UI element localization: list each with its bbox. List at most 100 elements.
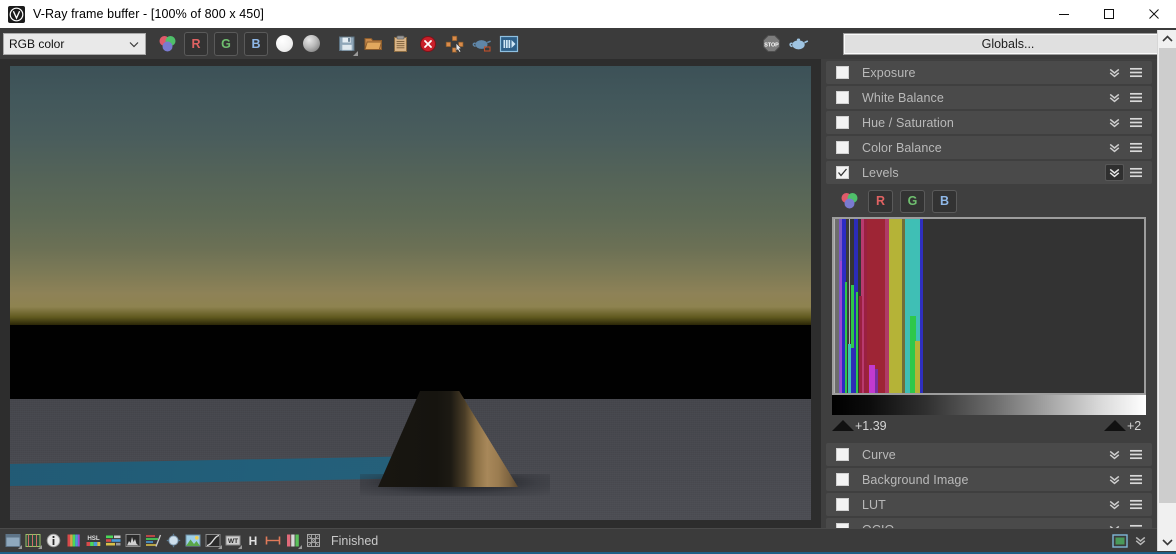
status-right-cluster — [1107, 531, 1150, 550]
globals-button[interactable]: Globals... — [843, 32, 1173, 55]
teapot-icon[interactable] — [468, 31, 495, 57]
white-sphere-icon[interactable] — [271, 31, 298, 57]
render-elements-icon[interactable] — [23, 531, 43, 550]
levels-b-button[interactable]: B — [932, 189, 957, 213]
green-channel-button[interactable]: G — [214, 31, 238, 56]
histogram-bar — [919, 219, 924, 393]
h-distance-icon[interactable] — [263, 531, 283, 550]
color-levels-icon[interactable] — [103, 531, 123, 550]
teapot-blue-icon[interactable] — [785, 31, 812, 57]
rendered-image[interactable] — [10, 66, 811, 520]
menu-icon[interactable] — [1126, 164, 1145, 181]
scroll-up-button[interactable] — [1158, 30, 1176, 48]
menu-icon[interactable] — [1126, 114, 1145, 131]
info-icon[interactable] — [43, 531, 63, 550]
vray-logo-icon — [8, 5, 25, 23]
hsl-icon[interactable]: HSL — [83, 531, 103, 550]
minimize-button[interactable] — [1041, 0, 1086, 28]
rgb-bars-icon[interactable] — [283, 531, 303, 550]
background-image-checkbox[interactable] — [836, 473, 849, 486]
floppy-save-icon[interactable] — [333, 31, 360, 57]
histogram-bar — [855, 292, 859, 393]
red-x-circle-icon[interactable] — [414, 31, 441, 57]
scroll-down-button[interactable] — [1158, 533, 1176, 551]
vertical-scrollbar[interactable] — [1157, 30, 1176, 551]
curve-icon[interactable] — [203, 531, 223, 550]
stop-sign-icon[interactable]: STOP — [758, 31, 785, 57]
panel-row-white-balance[interactable]: White Balance — [826, 86, 1152, 109]
hue-saturation-checkbox[interactable] — [836, 116, 849, 129]
svg-text:WT: WT — [228, 538, 238, 545]
menu-icon[interactable] — [1126, 496, 1145, 513]
grey-sphere-icon[interactable] — [298, 31, 325, 57]
chevron-down-icon[interactable] — [1105, 89, 1124, 106]
panel-row-background-image[interactable]: Background Image — [826, 468, 1152, 491]
panel-row-label: Hue / Saturation — [862, 115, 954, 130]
color-balance-checkbox[interactable] — [836, 141, 849, 154]
menu-icon[interactable] — [1126, 139, 1145, 156]
color-bars-icon[interactable] — [63, 531, 83, 550]
menu-icon[interactable] — [1126, 64, 1145, 81]
levels-gradient-ramp — [832, 395, 1146, 415]
curve-checkbox[interactable] — [836, 448, 849, 461]
panel-row-lut[interactable]: LUT — [826, 493, 1152, 516]
clipboard-icon[interactable] — [387, 31, 414, 57]
levels-r-button[interactable]: R — [868, 189, 893, 213]
exposure-checkbox[interactable] — [836, 66, 849, 79]
histogram-bar — [914, 340, 920, 393]
menu-icon[interactable] — [1126, 89, 1145, 106]
panel-row-label: Curve — [862, 447, 896, 462]
panel-row-hue-saturation[interactable]: Hue / Saturation — [826, 111, 1152, 134]
watermark-icon[interactable]: WT — [223, 531, 243, 550]
title-bar: V-Ray frame buffer - [100% of 800 x 450] — [0, 0, 1176, 29]
chevron-down-icon[interactable] — [1105, 139, 1124, 156]
red-channel-button[interactable]: R — [184, 31, 208, 56]
pixel-grid-icon[interactable] — [303, 531, 323, 550]
sky-gradient — [10, 66, 811, 325]
lut-checkbox[interactable] — [836, 498, 849, 511]
levels-histogram[interactable] — [832, 217, 1146, 395]
background-icon[interactable] — [183, 531, 203, 550]
menu-icon[interactable] — [1126, 446, 1145, 463]
color-corrections-icon[interactable] — [143, 531, 163, 550]
panel-row-color-balance[interactable]: Color Balance — [826, 136, 1152, 159]
chevron-down-icon[interactable] — [1130, 531, 1150, 550]
panel-row-label: Exposure — [862, 65, 916, 80]
row-tools — [1105, 139, 1145, 156]
rgb-color-swatch-button[interactable] — [154, 31, 181, 57]
channel-select[interactable]: RGB color — [3, 32, 146, 55]
panel-row-curve[interactable]: Curve — [826, 443, 1152, 466]
image-window-icon[interactable] — [3, 531, 23, 550]
white-balance-checkbox[interactable] — [836, 91, 849, 104]
blue-channel-button[interactable]: B — [244, 31, 268, 56]
levels-g-button[interactable]: G — [900, 189, 925, 213]
white-point-marker[interactable]: +2 — [1104, 419, 1141, 433]
chevron-down-icon[interactable] — [1105, 471, 1124, 488]
menu-icon[interactable] — [1126, 471, 1145, 488]
region-icon[interactable] — [1110, 531, 1130, 550]
image-viewport[interactable] — [0, 59, 821, 528]
chevron-down-icon[interactable] — [1105, 164, 1124, 181]
denoiser-icon[interactable] — [163, 531, 183, 550]
chevron-down-icon[interactable] — [1105, 114, 1124, 131]
corrections-panel: Exposure White Balance Hue / Saturation … — [823, 59, 1155, 551]
levels-checkbox[interactable] — [836, 166, 849, 179]
chevron-down-icon[interactable] — [1105, 496, 1124, 513]
hue-icon[interactable]: H — [243, 531, 263, 550]
chevron-down-icon[interactable] — [1105, 446, 1124, 463]
scrollbar-thumb[interactable] — [1159, 48, 1176, 503]
folder-open-icon[interactable] — [360, 31, 387, 57]
levels-rgb-button[interactable] — [838, 191, 861, 212]
maximize-button[interactable] — [1086, 0, 1131, 28]
vfb-blue-icon[interactable] — [495, 31, 522, 57]
black-point-marker[interactable]: +1.39 — [832, 419, 887, 433]
histogram-bar — [874, 368, 878, 393]
region-move-icon[interactable] — [441, 31, 468, 57]
histogram-icon[interactable] — [123, 531, 143, 550]
panel-row-exposure[interactable]: Exposure — [826, 61, 1152, 84]
close-button[interactable] — [1131, 0, 1176, 28]
panel-row-label: Color Balance — [862, 140, 942, 155]
chevron-down-icon[interactable] — [1105, 64, 1124, 81]
panel-row-levels[interactable]: Levels — [826, 161, 1152, 184]
horizon-dark-band — [10, 325, 811, 399]
